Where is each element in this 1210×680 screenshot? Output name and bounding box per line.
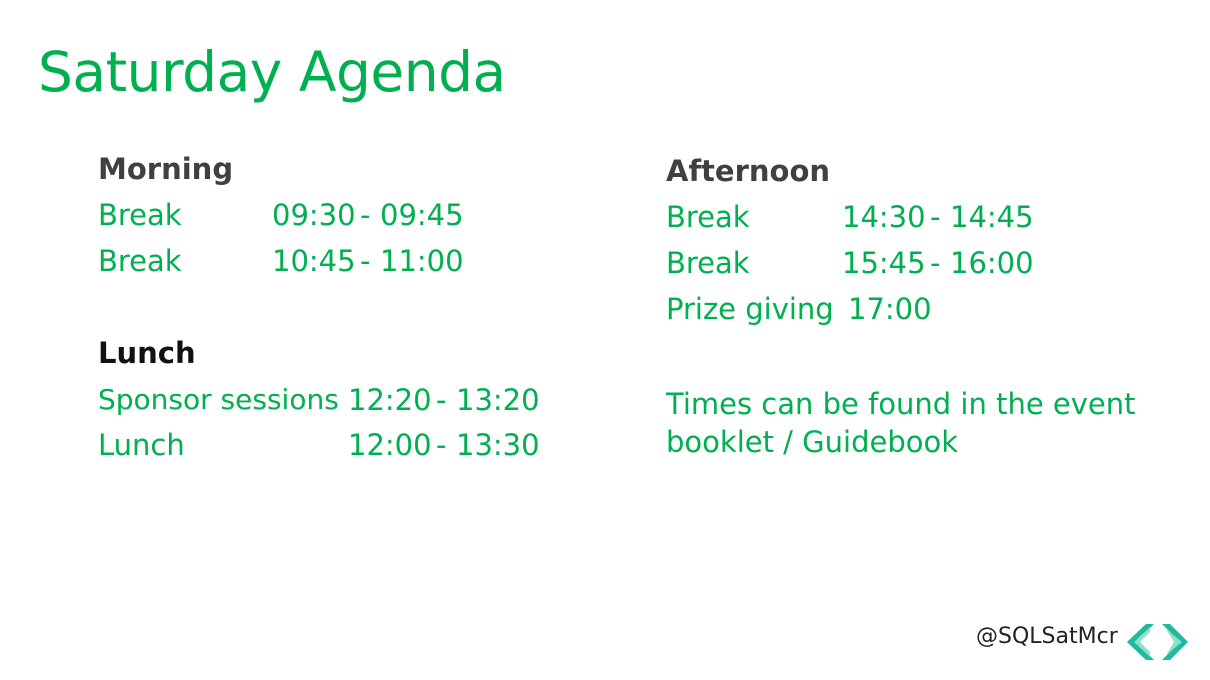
slide-title: Saturday Agenda (38, 40, 506, 104)
row-separator: - (436, 383, 447, 417)
twitter-handle: @SQLSatMcr (976, 624, 1118, 649)
row-label: Break (666, 200, 750, 234)
row-label: Break (98, 198, 182, 232)
afternoon-heading: Afternoon (666, 154, 831, 188)
row-separator: - (360, 244, 371, 278)
row-label: Sponsor sessions (98, 383, 339, 416)
row-label: Break (666, 246, 750, 280)
row-time: 17:00 (848, 292, 932, 326)
row-separator: - (930, 246, 941, 280)
row-start-time: 12:20 (348, 383, 432, 417)
row-label: Break (98, 244, 182, 278)
lunch-heading: Lunch (98, 336, 196, 370)
row-separator: - (930, 200, 941, 234)
row-start-time: 15:45 (842, 246, 926, 280)
row-end-time: 11:00 (380, 244, 464, 278)
row-end-time: 13:30 (456, 428, 540, 462)
row-start-time: 10:45 (272, 244, 356, 278)
row-end-time: 14:45 (950, 200, 1034, 234)
row-separator: - (360, 198, 371, 232)
row-end-time: 09:45 (380, 198, 464, 232)
row-end-time: 16:00 (950, 246, 1034, 280)
row-label: Prize giving (666, 292, 834, 326)
row-start-time: 14:30 (842, 200, 926, 234)
row-end-time: 13:20 (456, 383, 540, 417)
morning-heading: Morning (98, 152, 234, 186)
info-note: Times can be found in the event booklet … (666, 387, 1136, 459)
chevrons-logo-icon (1124, 622, 1190, 666)
row-label: Lunch (98, 428, 185, 462)
row-start-time: 12:00 (348, 428, 432, 462)
row-separator: - (436, 428, 447, 462)
row-start-time: 09:30 (272, 198, 356, 232)
